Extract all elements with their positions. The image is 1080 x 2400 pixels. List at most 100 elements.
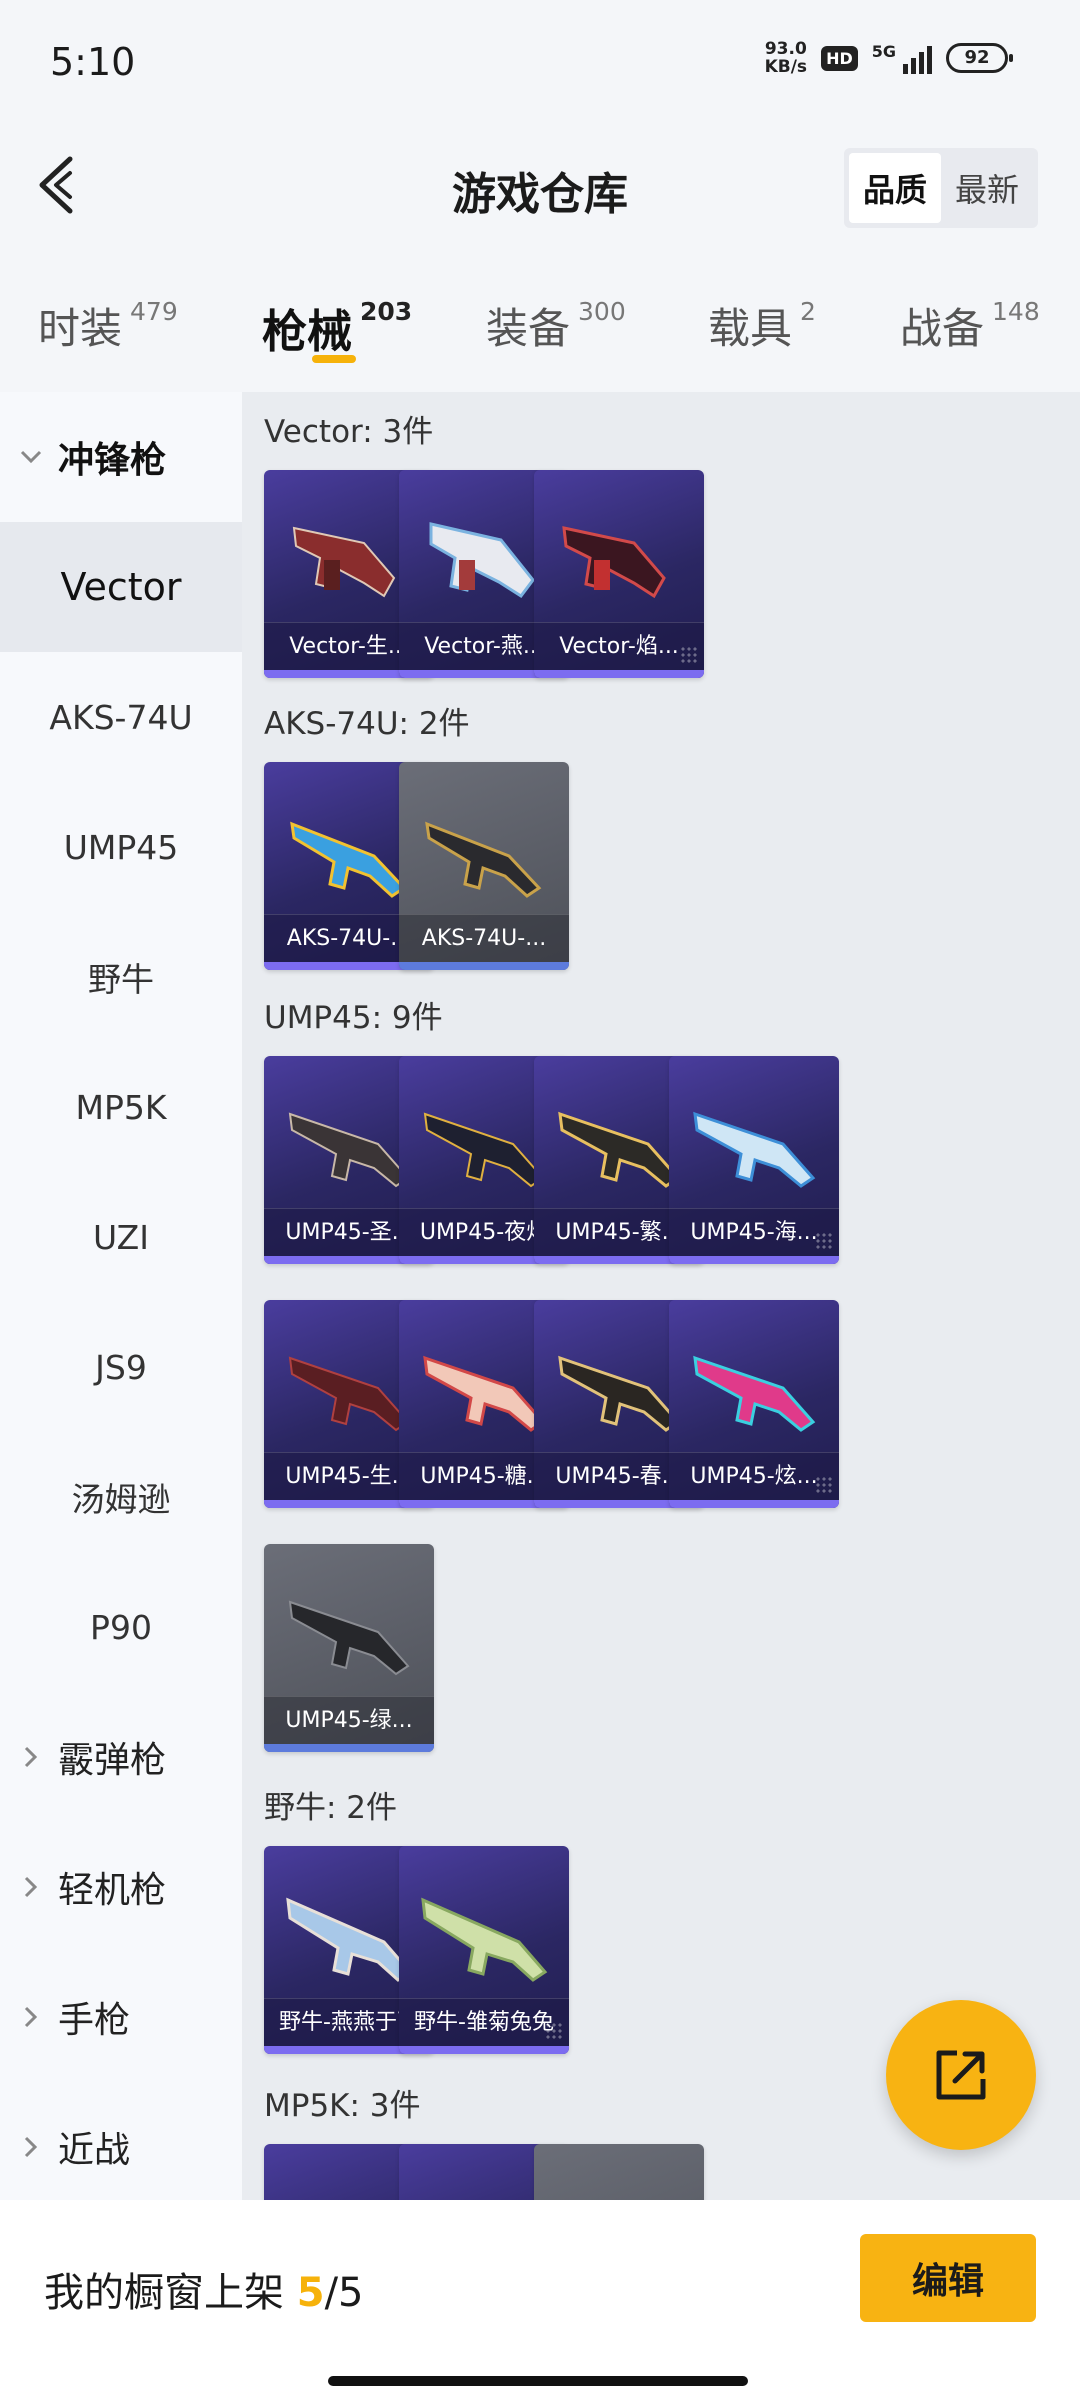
rarity-strip — [669, 1500, 839, 1508]
chevron-right-icon — [18, 1874, 44, 1900]
tab-fashion[interactable]: 时装 479 — [38, 295, 178, 356]
skin-inventory-grid: Vector: 3件 Vector-生... Vector-燕... Vecto… — [242, 392, 1080, 2200]
skin-name: Vector-焰... — [534, 622, 704, 670]
tab-count: 300 — [578, 297, 626, 326]
chevron-down-icon — [18, 444, 44, 470]
sidebar-item-p90[interactable]: P90 — [0, 1562, 242, 1692]
tab-label: 时装 — [38, 304, 123, 353]
sort-quality-button[interactable]: 品质 — [848, 153, 941, 223]
group-title-ump45: UMP45: 9件 — [264, 1000, 443, 1036]
sidebar-category-melee[interactable]: 近战 — [0, 2082, 242, 2212]
skin-name: UMP45-海... — [669, 1208, 839, 1256]
showcase-total-count: /5 — [324, 2270, 364, 2316]
signal-icon: 5G — [872, 42, 932, 74]
home-indicator[interactable] — [328, 2376, 748, 2386]
skin-card[interactable]: UMP45-绿... — [264, 1544, 434, 1752]
sidebar-item-js9[interactable]: JS9 — [0, 1302, 242, 1432]
chevron-right-icon — [18, 2134, 44, 2160]
chevron-right-icon — [18, 2004, 44, 2030]
net-speed-value: 93.0 — [764, 39, 807, 59]
skin-card[interactable]: 野牛-雏菊兔兔 — [399, 1846, 569, 2054]
sidebar-category-smg[interactable]: 冲锋枪 — [0, 392, 242, 522]
gun-skin-icon — [425, 821, 542, 898]
tab-label: 枪械 — [262, 305, 353, 358]
rarity-strip — [264, 1744, 434, 1752]
status-time: 5:10 — [50, 40, 136, 84]
corner-pattern — [680, 646, 698, 664]
hd-icon: HD — [821, 45, 858, 71]
battery-icon: 92 — [946, 43, 1013, 73]
bottom-bar: 我的橱窗上架 5/5 编辑 — [0, 2200, 1080, 2400]
back-button[interactable] — [26, 152, 86, 218]
status-icons: 93.0 KB/s HD 5G 92 — [765, 40, 1013, 76]
rarity-strip — [534, 670, 704, 678]
sidebar-category-label: 近战 — [58, 2130, 131, 2171]
corner-pattern — [815, 1476, 833, 1494]
skin-name: 野牛-雏菊兔兔 — [399, 1998, 569, 2046]
sidebar-category-shotgun[interactable]: 霰弹枪 — [0, 1692, 242, 1822]
rarity-strip — [399, 2046, 569, 2054]
tab-supplies[interactable]: 战备 148 — [900, 295, 1040, 356]
category-tabs: 时装 479 枪械 203 装备 300 载具 2 战备 148 — [0, 265, 1080, 385]
sidebar-item-thompson[interactable]: 汤姆逊 — [0, 1432, 242, 1562]
gun-skin-icon — [562, 526, 666, 599]
tab-guns[interactable]: 枪械 203 — [262, 295, 412, 360]
chevron-right-icon — [18, 1744, 44, 1770]
sidebar-item-bizon[interactable]: 野牛 — [0, 912, 242, 1042]
showcase-label: 我的橱窗上架 — [44, 2270, 284, 2316]
sidebar-category-label: 轻机枪 — [58, 1870, 167, 1911]
back-arrow-icon — [39, 156, 73, 214]
skin-name: AKS-74U-... — [399, 914, 569, 962]
skin-card[interactable]: AKS-74U-... — [399, 762, 569, 970]
sort-toggle: 品质 最新 — [843, 148, 1038, 228]
tab-label: 载具 — [708, 304, 793, 353]
corner-pattern — [545, 2022, 563, 2040]
sidebar-category-lmg[interactable]: 轻机枪 — [0, 1822, 242, 1952]
sidebar-item-aks74u[interactable]: AKS-74U — [0, 652, 242, 782]
skin-card[interactable]: Vector-焰... — [534, 470, 704, 678]
tab-count: 2 — [800, 297, 816, 326]
skin-card[interactable] — [534, 2144, 704, 2200]
gun-skin-icon — [693, 1355, 816, 1432]
showcase-current-count: 5 — [296, 2270, 325, 2316]
gun-skin-icon — [288, 1600, 410, 1676]
gun-skin-icon — [693, 1111, 816, 1188]
tab-label: 战备 — [900, 304, 985, 353]
sidebar-category-label: 冲锋枪 — [58, 440, 167, 481]
share-icon — [936, 2050, 986, 2100]
sort-latest-button[interactable]: 最新 — [941, 153, 1033, 223]
tab-equipment[interactable]: 装备 300 — [486, 295, 626, 356]
showcase-status: 我的橱窗上架 5/5 — [44, 2260, 364, 2318]
tab-count: 148 — [992, 297, 1040, 326]
network-speed: 93.0 KB/s — [765, 40, 807, 76]
status-bar: 5:10 93.0 KB/s HD 5G 92 — [0, 0, 1080, 130]
active-tab-indicator — [312, 355, 356, 363]
tab-vehicles[interactable]: 载具 2 — [708, 295, 816, 356]
edit-button[interactable]: 编辑 — [860, 2234, 1036, 2322]
skin-card[interactable]: UMP45-炫... — [669, 1300, 839, 1508]
corner-pattern — [815, 1232, 833, 1250]
skin-card[interactable]: UMP45-海... — [669, 1056, 839, 1264]
sidebar-category-pistol[interactable]: 手枪 — [0, 1952, 242, 2082]
group-title-vector: Vector: 3件 — [264, 414, 434, 450]
rarity-strip — [669, 1256, 839, 1264]
tab-count: 203 — [360, 297, 413, 326]
sidebar-item-vector[interactable]: Vector — [0, 522, 242, 652]
tab-count: 479 — [130, 297, 178, 326]
sidebar-item-mp5k[interactable]: MP5K — [0, 1042, 242, 1172]
sidebar-item-uzi[interactable]: UZI — [0, 1172, 242, 1302]
net-speed-unit: KB/s — [764, 57, 808, 77]
weapon-type-sidebar: 冲锋枪 Vector AKS-74U UMP45 野牛 MP5K UZI JS9… — [0, 392, 242, 2200]
share-button[interactable] — [886, 2000, 1036, 2150]
group-title-bizon: 野牛: 2件 — [264, 1790, 398, 1826]
sidebar-category-label: 霰弹枪 — [58, 1740, 167, 1781]
signal-label: 5G — [871, 42, 896, 61]
tab-label: 装备 — [486, 304, 571, 353]
group-title-aks74u: AKS-74U: 2件 — [264, 706, 470, 742]
sidebar-item-ump45[interactable]: UMP45 — [0, 782, 242, 912]
sidebar-category-label: 手枪 — [58, 2000, 131, 2041]
skin-name: UMP45-绿... — [264, 1696, 434, 1744]
rarity-strip — [399, 962, 569, 970]
gun-skin-icon — [421, 1897, 548, 1982]
top-bar: 游戏仓库 品质 最新 — [0, 130, 1080, 240]
